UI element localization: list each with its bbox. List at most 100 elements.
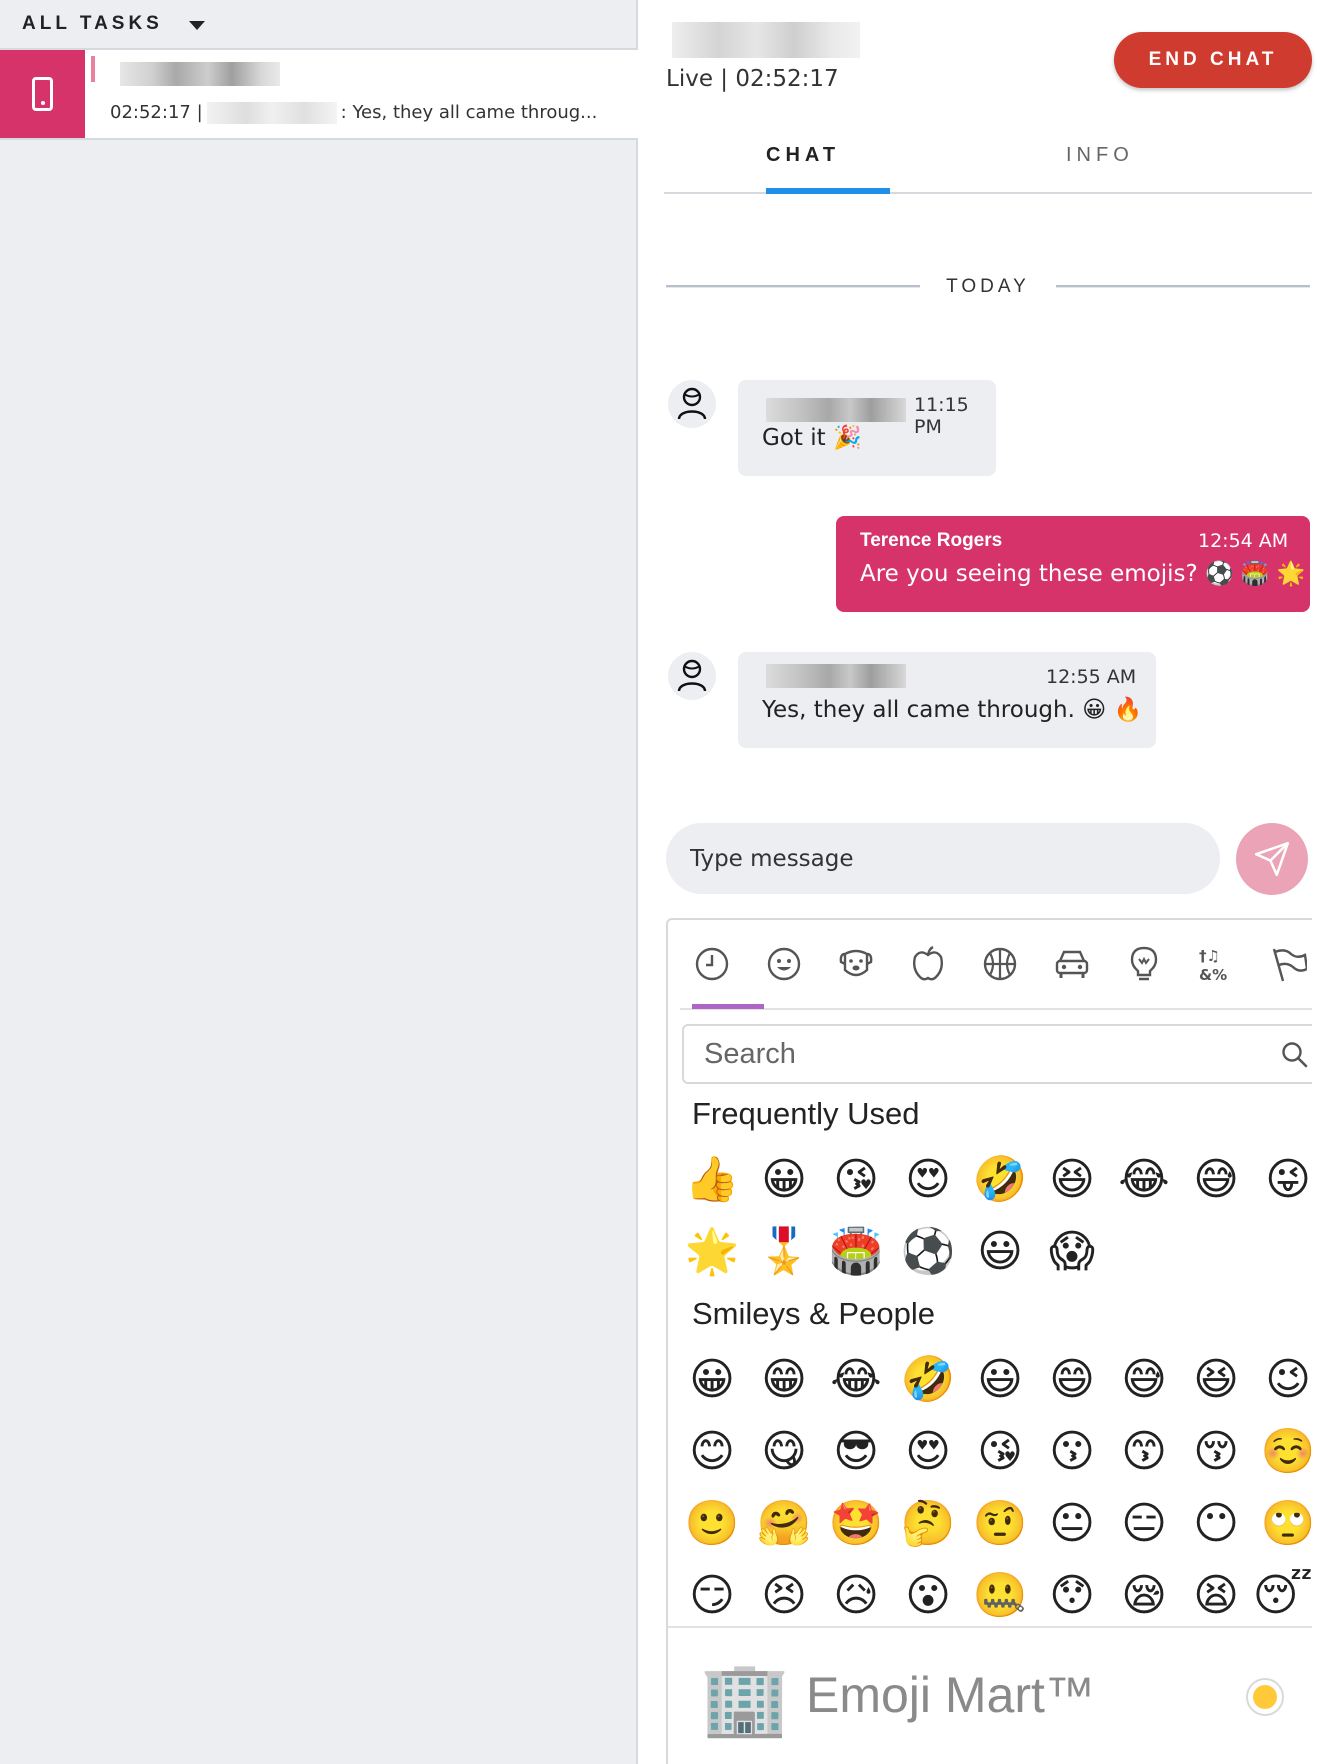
emoji-button[interactable]: 🙂 [676,1488,748,1560]
emoji-category-bar: †♫ &% [680,920,1312,1010]
emoji-button[interactable]: 🌟 [676,1216,748,1288]
task-channel-badge [0,50,85,138]
message-time: 12:55 AM [1046,666,1137,688]
emoji-button[interactable]: 😄 [1036,1344,1108,1416]
message-bubble-outgoing: Terence Rogers 12:54 AM Are you seeing t… [836,516,1310,612]
message-input[interactable] [666,823,1220,894]
emoji-button[interactable]: 🤔 [892,1488,964,1560]
emoji-button[interactable]: 😆 [1180,1344,1252,1416]
emoji-button[interactable]: 😗 [1036,1416,1108,1488]
emoji-button[interactable]: 🤗 [748,1488,820,1560]
emoji-button[interactable]: 😀 [748,1144,820,1216]
emoji-button[interactable]: 🤐 [964,1560,1036,1632]
emoji-button[interactable]: 😊 [676,1416,748,1488]
emoji-button[interactable]: 😪 [1108,1560,1180,1632]
end-chat-button[interactable]: END CHAT [1114,32,1312,88]
emoji-button[interactable]: 😅 [1180,1144,1252,1216]
message-bubble-incoming: 11:15 PM Got it 🎉 [738,380,996,476]
emoji-button[interactable]: 😘 [820,1144,892,1216]
emoji-button[interactable]: ☺️ [1252,1416,1312,1488]
emoji-button[interactable]: 🎖️ [748,1216,820,1288]
emoji-button[interactable]: 😜 [1252,1144,1312,1216]
emoji-button[interactable]: 😂 [1108,1144,1180,1216]
symbols-icon[interactable]: †♫ &% [1196,944,1236,984]
emoji-button[interactable]: ⚽ [892,1216,964,1288]
customer-avatar [668,652,716,700]
emoji-button[interactable]: 😃 [964,1344,1036,1416]
svg-text:&%: &% [1199,966,1227,983]
emoji-button[interactable]: 😚 [1180,1416,1252,1488]
emoji-button[interactable]: 😍 [892,1416,964,1488]
emoji-button[interactable]: 😣 [748,1560,820,1632]
emoji-button[interactable]: 😮 [892,1560,964,1632]
emoji-button[interactable]: 😆 [1036,1144,1108,1216]
emoji-button[interactable]: 😐 [1036,1488,1108,1560]
emoji-button[interactable]: 😯 [1036,1560,1108,1632]
message-text: Yes, they all came through. 😀 🔥 [762,697,1143,723]
user-icon [677,659,707,692]
section-title-smileys-people: Smileys & People [692,1296,935,1331]
message-text: Are you seeing these emojis? ⚽ 🏟️ 🌟 [860,561,1306,587]
travel-icon[interactable] [1052,944,1092,984]
chat-panel: Live | 02:52:17 END CHAT CHAT INFO TODAY… [640,0,1338,1764]
chat-status: Live | 02:52:17 [666,66,839,92]
emoji-button[interactable]: 😂 [820,1344,892,1416]
redacted-contact-name [672,22,860,58]
emoji-button[interactable]: 😴 [1252,1560,1312,1632]
task-preview-text: : Yes, they all came throug... [340,102,598,123]
flags-icon[interactable] [1268,944,1308,984]
food-icon[interactable] [908,944,948,984]
emoji-button[interactable]: 😋 [748,1416,820,1488]
emoji-button[interactable]: 😶 [1180,1488,1252,1560]
emoji-button[interactable]: 🤣 [892,1344,964,1416]
emoji-button[interactable]: 🤣 [964,1144,1036,1216]
emoji-button[interactable]: 😃 [964,1216,1036,1288]
emoji-button[interactable]: 😉 [1252,1344,1312,1416]
tab-chat[interactable]: CHAT [766,144,840,167]
emoji-button[interactable]: 😏 [676,1560,748,1632]
send-button[interactable] [1236,823,1308,895]
redacted-sender-name [206,102,337,124]
emoji-button[interactable]: 😀 [676,1344,748,1416]
task-separator: | [196,102,203,123]
redacted-sender-name [766,398,906,422]
chat-tabs: CHAT INFO [664,130,1312,194]
all-tasks-dropdown[interactable]: ALL TASKS [0,0,636,50]
message-bubble-incoming: 12:55 AM Yes, they all came through. 😀 🔥 [738,652,1156,748]
recent-icon[interactable] [692,944,732,984]
emoji-button[interactable]: 🤩 [820,1488,892,1560]
emoji-mart-title: Emoji Mart™ [806,1667,1095,1723]
objects-icon[interactable] [1124,944,1164,984]
tab-info[interactable]: INFO [1066,144,1134,167]
caret-down-icon[interactable] [188,20,205,30]
task-item[interactable]: 02:52:17 | : Yes, they all came throug... [0,50,638,140]
skin-tone-swatch[interactable] [1253,1685,1277,1709]
emoji-button[interactable]: 😍 [892,1144,964,1216]
redacted-sender-name [766,664,906,688]
emoji-button[interactable]: 🤨 [964,1488,1036,1560]
task-time: 02:52:17 [110,102,191,123]
search-icon [1280,1040,1308,1072]
emoji-button[interactable]: 😫 [1180,1560,1252,1632]
customer-avatar [668,380,716,428]
emoji-button[interactable]: 😙 [1108,1416,1180,1488]
activity-icon[interactable] [980,944,1020,984]
emoji-button[interactable]: 😥 [820,1560,892,1632]
emoji-button[interactable]: 🏟️ [820,1216,892,1288]
skin-tone-selector[interactable] [1246,1678,1284,1716]
message-time: 11:15 PM [914,394,969,438]
emoji-button[interactable]: 🙄 [1252,1488,1312,1560]
emoji-button[interactable]: 😘 [964,1416,1036,1488]
emoji-button[interactable]: 😑 [1108,1488,1180,1560]
send-icon [1254,841,1290,877]
emoji-search-input[interactable] [682,1024,1312,1084]
emoji-button[interactable]: 😎 [820,1416,892,1488]
emoji-button[interactable]: 😅 [1108,1344,1180,1416]
active-category-indicator [692,1004,764,1009]
message-sender: Terence Rogers [860,530,1003,551]
emoji-button[interactable]: 😁 [748,1344,820,1416]
animal-icon[interactable] [836,944,876,984]
emoji-button[interactable]: 😱 [1036,1216,1108,1288]
smiley-icon[interactable] [764,944,804,984]
emoji-button[interactable]: 👍 [676,1144,748,1216]
